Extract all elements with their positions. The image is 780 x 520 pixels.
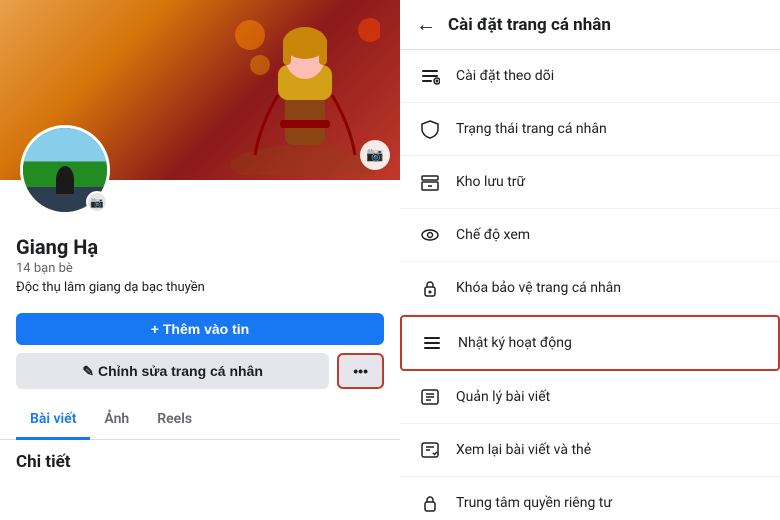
avatar-camera-button[interactable]: 📷 xyxy=(86,191,108,213)
cover-character xyxy=(230,5,380,175)
menu-icon-profile-lock xyxy=(416,274,444,302)
settings-menu-list: Cài đặt theo dõi Trạng thái trang cá nhân… xyxy=(400,50,780,515)
menu-item-archive[interactable]: Kho lưu trữ xyxy=(400,156,780,209)
edit-more-row: ✎ Chỉnh sửa trang cá nhân ••• xyxy=(16,353,384,389)
menu-item-profile-lock[interactable]: Khóa bảo vệ trang cá nhân xyxy=(400,262,780,315)
menu-label-archive: Kho lưu trữ xyxy=(456,174,525,190)
back-button[interactable]: ← xyxy=(416,12,436,37)
menu-label-profile-lock: Khóa bảo vệ trang cá nhân xyxy=(456,280,621,296)
profile-name: Giang Hạ xyxy=(16,235,384,259)
left-panel: 📷 📷 Giang Hạ 14 bạn bè Độc thụ lâm giang… xyxy=(0,0,400,520)
add-to-story-button[interactable]: + Thêm vào tin xyxy=(16,313,384,345)
settings-header: ← Cài đặt trang cá nhân xyxy=(400,0,780,50)
edit-profile-button[interactable]: ✎ Chỉnh sửa trang cá nhân xyxy=(16,353,329,389)
profile-bio: Độc thụ lâm giang dạ bạc thuyền xyxy=(16,280,384,295)
avatar-container: 📷 xyxy=(20,125,110,215)
friends-count: 14 bạn bè xyxy=(16,261,384,276)
right-panel: ← Cài đặt trang cá nhân Cài đặt theo dõi… xyxy=(400,0,780,520)
camera-icon-small: 📷 xyxy=(90,196,104,209)
menu-icon-profile-status xyxy=(416,115,444,143)
tab-reels[interactable]: Reels xyxy=(143,401,206,440)
menu-item-view-mode[interactable]: Chế độ xem xyxy=(400,209,780,262)
cover-camera-button[interactable]: 📷 xyxy=(360,140,390,170)
more-options-button[interactable]: ••• xyxy=(337,353,384,389)
menu-label-manage-posts: Quản lý bài viết xyxy=(456,389,550,405)
tab-bai-viet[interactable]: Bài viết xyxy=(16,401,90,440)
menu-label-activity-log: Nhật ký hoạt động xyxy=(458,335,572,351)
action-buttons: + Thêm vào tin ✎ Chỉnh sửa trang cá nhân… xyxy=(0,305,400,397)
avatar-silhouette xyxy=(56,166,74,194)
details-title: Chi tiết xyxy=(16,452,384,472)
menu-icon-view-mode xyxy=(416,221,444,249)
menu-icon-archive xyxy=(416,168,444,196)
menu-item-profile-status[interactable]: Trạng thái trang cá nhân xyxy=(400,103,780,156)
menu-item-manage-posts[interactable]: Quản lý bài viết xyxy=(400,371,780,424)
menu-label-follow-settings: Cài đặt theo dõi xyxy=(456,68,554,84)
menu-icon-review-posts xyxy=(416,436,444,464)
menu-label-privacy-center: Trung tâm quyền riêng tư xyxy=(456,495,612,511)
menu-icon-follow-settings xyxy=(416,62,444,90)
menu-item-follow-settings[interactable]: Cài đặt theo dõi xyxy=(400,50,780,103)
menu-label-profile-status: Trạng thái trang cá nhân xyxy=(456,121,607,137)
menu-item-activity-log[interactable]: Nhật ký hoạt động xyxy=(400,315,780,371)
menu-icon-privacy-center xyxy=(416,489,444,515)
camera-icon: 📷 xyxy=(366,147,383,163)
tab-anh[interactable]: Ảnh xyxy=(90,401,143,440)
profile-details: Chi tiết xyxy=(0,440,400,484)
menu-icon-manage-posts xyxy=(416,383,444,411)
settings-title: Cài đặt trang cá nhân xyxy=(448,15,611,35)
profile-info: Giang Hạ 14 bạn bè Độc thụ lâm giang dạ … xyxy=(0,235,400,305)
menu-item-privacy-center[interactable]: Trung tâm quyền riêng tư xyxy=(400,477,780,515)
menu-label-view-mode: Chế độ xem xyxy=(456,227,530,243)
menu-label-review-posts: Xem lại bài viết và thẻ xyxy=(456,442,591,458)
profile-tabs: Bài viết Ảnh Reels xyxy=(0,401,400,440)
menu-icon-activity-log xyxy=(418,329,446,357)
menu-item-review-posts[interactable]: Xem lại bài viết và thẻ xyxy=(400,424,780,477)
